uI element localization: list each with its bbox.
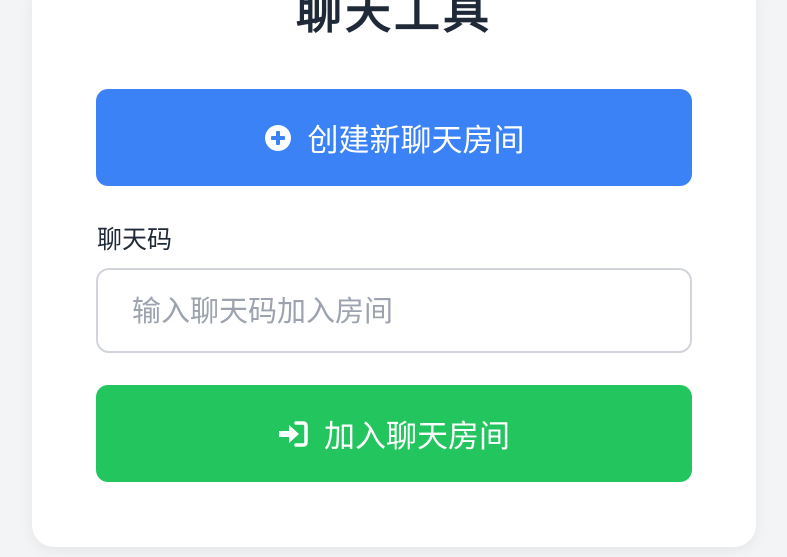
create-room-button-label: 创建新聊天房间 [307,123,525,159]
chat-code-label: 聊天码 [97,225,173,254]
join-room-button-label: 加入聊天房间 [324,419,510,455]
join-room-button[interactable]: 加入聊天房间 [96,385,692,482]
page-title: 聊天工具 [296,0,492,39]
chat-code-input[interactable] [96,268,692,353]
create-room-button[interactable]: 创建新聊天房间 [96,89,692,186]
plus-circle-icon [264,124,292,152]
sign-in-icon [278,420,308,448]
